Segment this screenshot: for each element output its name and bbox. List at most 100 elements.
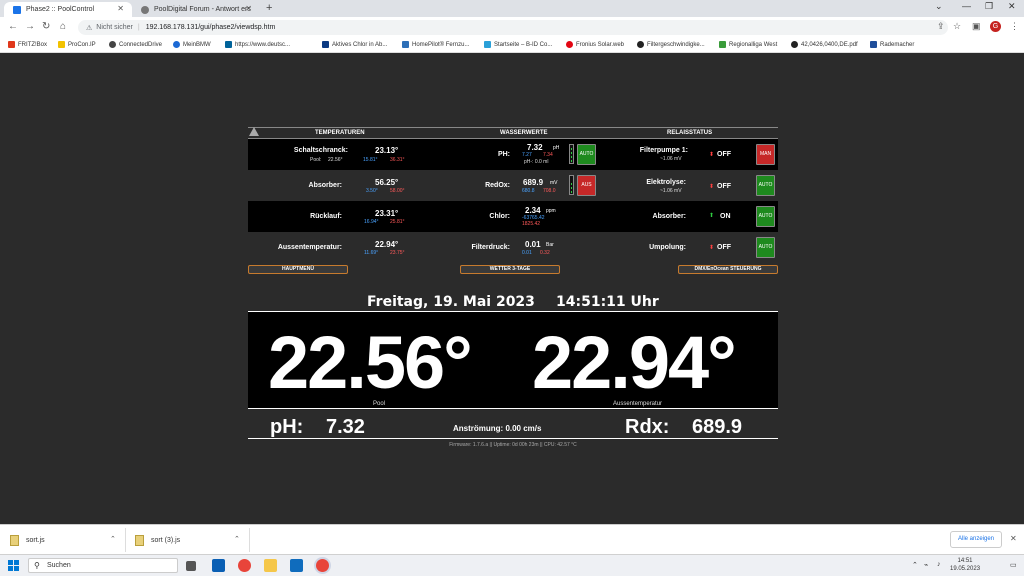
bookmark-item[interactable]: Regionalliga West: [719, 41, 777, 48]
water-unit: ppm: [546, 208, 556, 214]
bookmark-item[interactable]: 42,0426,0400,DE.pdf: [791, 41, 858, 48]
temp-value: 22.94°: [375, 240, 399, 249]
windows-start-icon[interactable]: [8, 560, 19, 571]
download-item[interactable]: sort.js: [10, 533, 45, 547]
pool-label: Pool: [373, 401, 386, 407]
info-icon[interactable]: ⚠: [86, 24, 92, 32]
filterpump-mode-button[interactable]: MAN: [756, 144, 775, 165]
tab-title: PoolDigital Forum - Antwort ers: [154, 6, 251, 13]
relay-label: Elektrolyse:: [646, 179, 686, 186]
chrome-icon[interactable]: [238, 559, 251, 572]
network-icon[interactable]: ⌁: [924, 561, 928, 569]
rademacher-icon: [870, 41, 877, 48]
close-icon[interactable]: ✕: [245, 4, 252, 13]
tab-search-chevron-icon[interactable]: ⌄: [935, 1, 943, 12]
chrome-active-icon[interactable]: [316, 559, 329, 572]
reload-icon[interactable]: ↻: [42, 21, 50, 32]
divider: [249, 528, 250, 552]
water-label: Chlor:: [489, 213, 510, 220]
download-filename: sort (3).js: [151, 536, 181, 544]
water-value: 2.34: [525, 206, 541, 215]
elektrolyse-mode-button[interactable]: AUTO: [756, 175, 775, 196]
file-explorer-icon[interactable]: [264, 559, 277, 572]
bookmark-item[interactable]: HomePilot® Fernzu...: [402, 41, 469, 48]
minimize-button[interactable]: —: [962, 1, 971, 11]
menu-kebab-icon[interactable]: ⋮: [1010, 21, 1019, 32]
url-text[interactable]: 192.168.178.131/gui/phase2/viewdsp.htm: [146, 24, 276, 31]
home-icon[interactable]: ⌂: [60, 21, 66, 32]
star-icon[interactable]: ☆: [953, 21, 961, 32]
taskbar-search[interactable]: ⚲ Suchen: [28, 558, 178, 573]
temp-value: 23.31°: [375, 209, 399, 218]
relay-sub: ~1.06 mV: [660, 156, 682, 162]
address-bar[interactable]: ⚠ Nicht sicher | 192.168.178.131/gui/pha…: [78, 20, 948, 35]
water-min: 680.8: [522, 188, 535, 194]
warning-icon[interactable]: [249, 127, 259, 136]
redox-aus-button[interactable]: AUS: [577, 175, 596, 196]
absorber-mode-button[interactable]: AUTO: [756, 206, 775, 227]
bookmark-item[interactable]: https://www.deutsc...: [225, 41, 290, 48]
share-icon[interactable]: ⇪: [937, 21, 945, 32]
close-icon[interactable]: ✕: [117, 4, 124, 13]
bookmark-item[interactable]: FRITZ!Box: [8, 41, 47, 48]
downloads-bar: sort.js ⌃ sort (3).js ⌃ Alle anzeigen ✕: [0, 524, 1024, 554]
forward-arrow-icon[interactable]: →: [25, 21, 35, 32]
relay-status: OFF: [717, 244, 731, 251]
relay-label: Filterpumpe 1:: [639, 147, 688, 154]
show-all-downloads-button[interactable]: Alle anzeigen: [950, 531, 1002, 548]
water-value: 689.9: [523, 178, 544, 187]
tab-forum[interactable]: PoolDigital Forum - Antwort ers ✕: [132, 2, 260, 17]
speaker-icon[interactable]: ♪: [937, 561, 941, 568]
browser-tab-strip: Phase2 :: PoolControl ✕ PoolDigital Foru…: [0, 0, 1024, 17]
bookmark-item[interactable]: ConnectedDrive: [109, 41, 162, 48]
clock-time: 14:51: [957, 558, 973, 564]
system-clock[interactable]: 14:51 19.05.2023: [950, 557, 980, 573]
tab-title: Phase2 :: PoolControl: [26, 6, 95, 13]
chevron-up-icon[interactable]: ⌃: [234, 535, 240, 543]
off-indicator-icon: ⬍: [709, 245, 715, 251]
bookmark-item[interactable]: ProCon.IP: [58, 41, 96, 48]
bid-icon: [484, 41, 491, 48]
main-menu-button[interactable]: HAUPTMENÜ: [248, 265, 348, 274]
relay-label: Absorber:: [652, 213, 686, 220]
download-item[interactable]: sort (3).js: [135, 533, 180, 547]
bookmark-item[interactable]: Startseite – B-ID Co...: [484, 41, 552, 48]
ph-level-bar: [569, 144, 574, 164]
fritzbox-icon: [8, 41, 15, 48]
side-panel-icon[interactable]: ▣: [972, 21, 981, 32]
address-toolbar: ← → ↻ ⌂ ⚠ Nicht sicher | 192.168.178.131…: [0, 17, 1024, 38]
profile-avatar[interactable]: G: [990, 21, 1001, 32]
store-icon[interactable]: [212, 559, 225, 572]
bookmark-item[interactable]: Aktives Chlor in Ab...: [322, 41, 387, 48]
weather-3-days-button[interactable]: WETTER 3-TAGE: [460, 265, 560, 274]
ph-auto-button[interactable]: AUTO: [577, 144, 596, 165]
outlook-icon[interactable]: [290, 559, 303, 572]
bookmark-item[interactable]: Fronius Solar.web: [566, 41, 624, 48]
ph-label: pH:: [270, 416, 304, 438]
status-row: Aussentemperatur: 22.94° 11.69° 23.75° F…: [248, 232, 778, 263]
temp-max: 36.31°: [390, 157, 405, 163]
water-max: 0.32: [540, 250, 550, 256]
relay-status: OFF: [717, 183, 731, 190]
procon-icon: [58, 41, 65, 48]
task-view-icon[interactable]: [186, 561, 196, 571]
umpolung-mode-button[interactable]: AUTO: [756, 237, 775, 258]
dmx-enocean-button[interactable]: DMX/EnOcean STEUERUNG: [678, 265, 778, 274]
bookmark-item[interactable]: Filtergeschwindigke...: [637, 41, 705, 48]
chevron-up-icon[interactable]: ⌃: [110, 535, 116, 543]
outside-label: Aussentemperatur: [613, 401, 663, 407]
close-window-button[interactable]: ✕: [1008, 1, 1016, 12]
close-icon[interactable]: ✕: [1010, 534, 1017, 543]
water-label: RedOx:: [485, 182, 510, 189]
back-arrow-icon[interactable]: ←: [8, 21, 18, 32]
firmware-info: Firmware: 1.7.6.a || Uptime: 0d 00h 23m …: [449, 442, 577, 448]
tab-poolcontrol[interactable]: Phase2 :: PoolControl ✕: [4, 2, 132, 17]
bookmark-item[interactable]: MeinBMW: [173, 41, 211, 48]
page-icon: [322, 41, 329, 48]
summary-line: pH: 7.32 Anströmung: 0.00 cm/s Rdx: 689.…: [248, 413, 778, 439]
bookmark-item[interactable]: Rademacher: [870, 41, 914, 48]
restore-button[interactable]: ❐: [985, 1, 993, 12]
tray-chevron-up-icon[interactable]: ⌃: [912, 561, 918, 569]
new-tab-button[interactable]: +: [266, 2, 272, 14]
notification-icon[interactable]: ▭: [1010, 561, 1017, 569]
